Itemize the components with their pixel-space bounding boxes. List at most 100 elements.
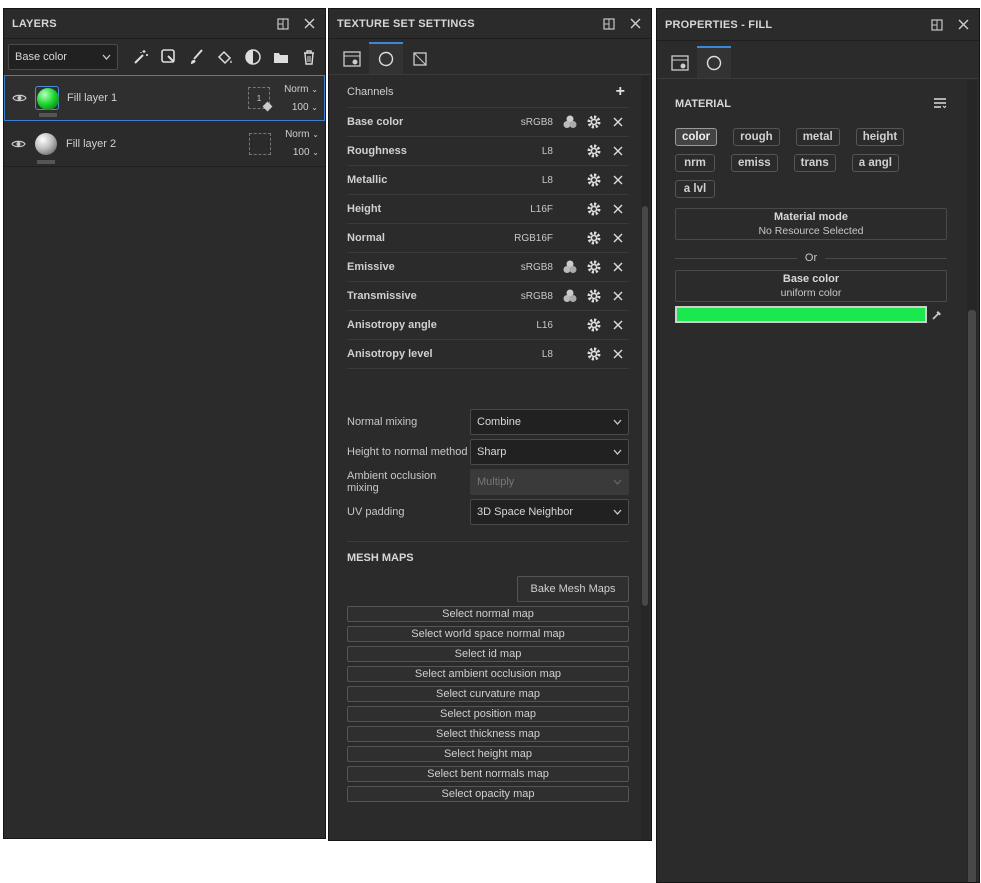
- select-map-button[interactable]: Select curvature map: [347, 686, 629, 702]
- channel-chip[interactable]: trans: [793, 154, 836, 172]
- select-map-button[interactable]: Select world space normal map: [347, 626, 629, 642]
- gear-icon[interactable]: [583, 257, 605, 277]
- paint-layer-icon[interactable]: [186, 46, 208, 68]
- remove-channel-icon[interactable]: [607, 199, 629, 219]
- gear-icon[interactable]: [583, 286, 605, 306]
- blend-mode-select[interactable]: Norm ⌄: [285, 129, 319, 140]
- select-map-button[interactable]: Select height map: [347, 746, 629, 762]
- opacity-value[interactable]: 100 ⌄: [293, 147, 319, 158]
- mask-thumbnail[interactable]: 1: [248, 87, 273, 112]
- tab-settings[interactable]: [663, 46, 697, 78]
- tab-material[interactable]: [697, 46, 731, 78]
- layer-name[interactable]: Fill layer 1: [67, 92, 248, 104]
- channel-format[interactable]: RGB16F: [501, 233, 553, 244]
- remove-channel-icon[interactable]: [607, 228, 629, 248]
- setting-dropdown[interactable]: Sharp: [470, 439, 629, 465]
- gear-icon[interactable]: [583, 344, 605, 364]
- tab-material[interactable]: [369, 42, 403, 74]
- channel-row[interactable]: Transmissive sRGB8: [347, 282, 629, 311]
- channel-chip[interactable]: a angl: [851, 154, 899, 172]
- channel-format[interactable]: sRGB8: [501, 262, 553, 273]
- gear-icon[interactable]: [583, 170, 605, 190]
- channel-chip[interactable]: emiss: [731, 154, 778, 172]
- texset-scrollbar[interactable]: [641, 76, 649, 840]
- bake-mesh-maps-button[interactable]: Bake Mesh Maps: [517, 576, 629, 602]
- close-icon[interactable]: [299, 14, 319, 34]
- select-map-button[interactable]: Select bent normals map: [347, 766, 629, 782]
- select-map-button[interactable]: Select thickness map: [347, 726, 629, 742]
- layer-name[interactable]: Fill layer 2: [66, 138, 249, 150]
- select-map-button[interactable]: Select id map: [347, 646, 629, 662]
- layer-row[interactable]: Fill layer 2 Norm ⌄ 100 ⌄: [4, 121, 325, 167]
- remove-channel-icon[interactable]: [607, 170, 629, 190]
- channel-format[interactable]: sRGB8: [501, 117, 553, 128]
- channel-row[interactable]: Roughness L8: [347, 137, 629, 166]
- material-mode-button[interactable]: Material mode No Resource Selected: [675, 208, 947, 240]
- select-map-button[interactable]: Select position map: [347, 706, 629, 722]
- props-scrollbar[interactable]: [967, 80, 977, 882]
- channel-row[interactable]: Base color sRGB8: [347, 108, 629, 137]
- tab-uv[interactable]: [403, 42, 437, 74]
- add-channel-button[interactable]: +: [616, 83, 625, 101]
- options-menu-icon[interactable]: [933, 97, 947, 112]
- channel-row[interactable]: Metallic L8: [347, 166, 629, 195]
- channel-row[interactable]: Emissive sRGB8: [347, 253, 629, 282]
- channel-chip[interactable]: color: [675, 128, 718, 146]
- channel-chip[interactable]: metal: [795, 128, 840, 146]
- layer-row[interactable]: Fill layer 1 1 Norm ⌄ 100 ⌄: [4, 75, 325, 121]
- opacity-value[interactable]: 100 ⌄: [292, 102, 318, 113]
- select-map-button[interactable]: Select ambient occlusion map: [347, 666, 629, 682]
- channel-row[interactable]: Anisotropy angle L16: [347, 311, 629, 340]
- close-icon[interactable]: [625, 14, 645, 34]
- channel-row[interactable]: Normal RGB16F: [347, 224, 629, 253]
- channel-chip[interactable]: nrm: [675, 154, 715, 172]
- remove-channel-icon[interactable]: [607, 286, 629, 306]
- eyedropper-icon[interactable]: [927, 309, 947, 321]
- setting-dropdown[interactable]: Combine: [470, 409, 629, 435]
- add-mask-icon[interactable]: [158, 46, 180, 68]
- channel-chip[interactable]: a lvl: [675, 180, 715, 198]
- channel-dropdown[interactable]: Base color: [8, 44, 118, 70]
- trash-icon[interactable]: [298, 46, 320, 68]
- channel-chip[interactable]: rough: [733, 128, 780, 146]
- remove-channel-icon[interactable]: [607, 141, 629, 161]
- channel-format[interactable]: L8: [501, 349, 553, 360]
- dock-icon[interactable]: [599, 14, 619, 34]
- gear-icon[interactable]: [583, 199, 605, 219]
- scrollbar-thumb[interactable]: [642, 206, 648, 606]
- select-map-button[interactable]: Select opacity map: [347, 786, 629, 802]
- channel-format[interactable]: sRGB8: [501, 291, 553, 302]
- channel-format[interactable]: L8: [501, 146, 553, 157]
- remove-channel-icon[interactable]: [607, 315, 629, 335]
- channel-format[interactable]: L16F: [501, 204, 553, 215]
- color-profile-icon[interactable]: [559, 286, 581, 306]
- remove-channel-icon[interactable]: [607, 344, 629, 364]
- setting-dropdown[interactable]: 3D Space Neighbor: [470, 499, 629, 525]
- mask-thumbnail[interactable]: [249, 132, 271, 155]
- channel-format[interactable]: L8: [501, 175, 553, 186]
- channel-chip[interactable]: height: [855, 128, 905, 146]
- gear-icon[interactable]: [583, 315, 605, 335]
- color-swatch[interactable]: [675, 306, 927, 323]
- channel-format[interactable]: L16: [501, 320, 553, 331]
- folder-icon[interactable]: [270, 46, 292, 68]
- dock-icon[interactable]: [927, 15, 947, 35]
- blend-mode-select[interactable]: Norm ⌄: [284, 84, 318, 95]
- channel-row[interactable]: Anisotropy level L8: [347, 340, 629, 369]
- visibility-eye-icon[interactable]: [8, 139, 28, 149]
- fill-layer-icon[interactable]: [214, 46, 236, 68]
- remove-channel-icon[interactable]: [607, 112, 629, 132]
- scrollbar-thumb[interactable]: [968, 310, 976, 882]
- smart-material-icon[interactable]: [242, 46, 264, 68]
- visibility-eye-icon[interactable]: [9, 93, 29, 103]
- add-effect-icon[interactable]: [130, 46, 152, 68]
- close-icon[interactable]: [953, 15, 973, 35]
- dock-icon[interactable]: [273, 14, 293, 34]
- channel-row[interactable]: Height L16F: [347, 195, 629, 224]
- gear-icon[interactable]: [583, 112, 605, 132]
- gear-icon[interactable]: [583, 228, 605, 248]
- color-profile-icon[interactable]: [559, 257, 581, 277]
- select-map-button[interactable]: Select normal map: [347, 606, 629, 622]
- gear-icon[interactable]: [583, 141, 605, 161]
- remove-channel-icon[interactable]: [607, 257, 629, 277]
